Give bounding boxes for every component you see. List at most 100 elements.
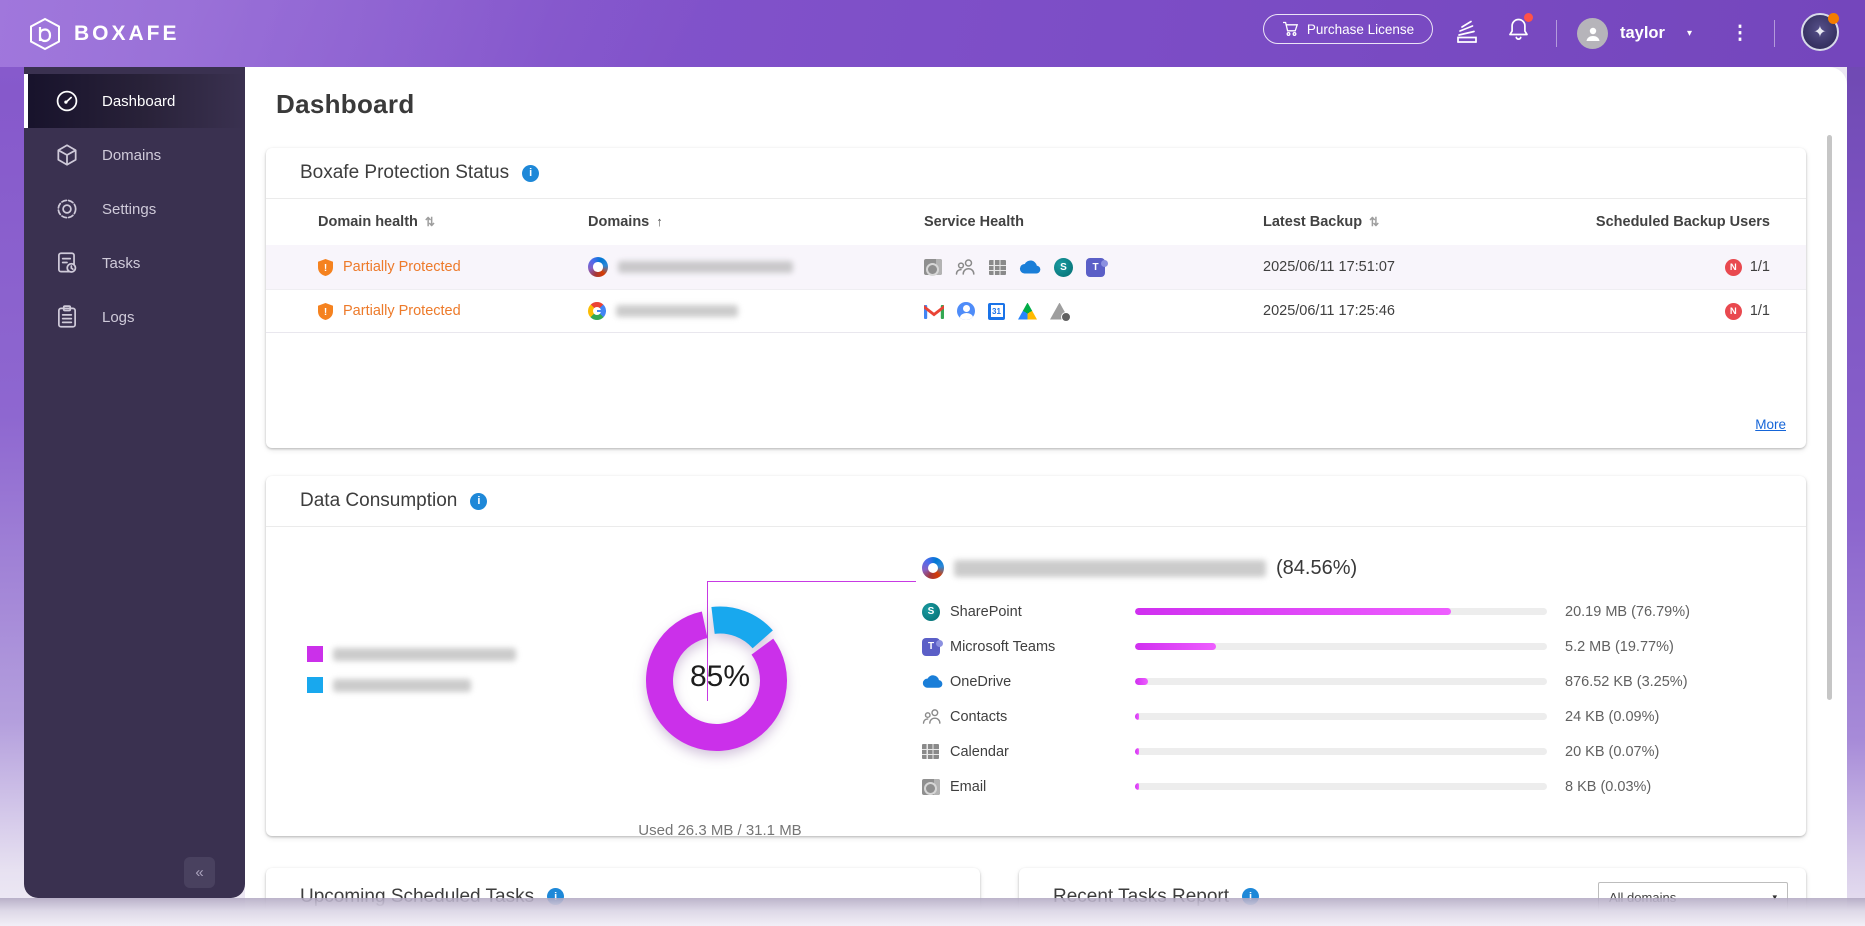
service-usage-row: S SharePoint 20.19 MB (76.79%) [922, 594, 1782, 629]
sharepoint-icon: S [1054, 258, 1073, 277]
sidebar-item-logs[interactable]: Logs [24, 290, 245, 344]
service-value: 20.19 MB (76.79%) [1565, 604, 1782, 620]
sidebar-item-settings[interactable]: Settings [24, 182, 245, 236]
service-health-cell [924, 302, 1263, 320]
calendar-gray-icon [989, 260, 1006, 275]
svg-text:!: ! [324, 263, 327, 274]
service-label: Calendar [950, 744, 1135, 760]
sidebar-item-dashboard[interactable]: Dashboard [24, 74, 245, 128]
table-row[interactable]: ! Partially Protected [266, 245, 1806, 289]
service-label: Microsoft Teams [950, 639, 1135, 655]
domain-breakdown-panel: (84.56%) S SharePoint 20.19 MB (76.79%) … [922, 554, 1782, 804]
scheduled-users-cell: N 1/1 [1560, 303, 1770, 320]
health-status-label: Partially Protected [343, 303, 461, 319]
protection-card-title: Boxafe Protection Status [300, 162, 509, 184]
sort-icon[interactable]: ⇅ [425, 215, 435, 229]
usage-bar [1135, 748, 1547, 755]
notification-badge-dot [1524, 13, 1533, 22]
sidebar-nav: Dashboard Domains Settings [24, 67, 245, 344]
qnap-alert-dot [1828, 13, 1839, 24]
calendar-gray-icon [922, 744, 939, 759]
usage-bar [1135, 678, 1547, 685]
service-value: 8 KB (0.03%) [1565, 779, 1782, 795]
user-status-badge: N [1725, 259, 1742, 276]
contacts-gray-icon [922, 708, 942, 725]
consumption-donut-chart[interactable] [620, 577, 820, 777]
used-total-label: Used 26.3 MB / 31.1 MB [595, 822, 845, 839]
overflow-menu-button[interactable]: ⋮ [1728, 0, 1752, 67]
user-status-badge: N [1725, 303, 1742, 320]
col-domain-health[interactable]: Domain health⇅ [318, 214, 588, 230]
health-cell: ! Partially Protected [318, 303, 588, 320]
col-latest-backup[interactable]: Latest Backup⇅ [1263, 214, 1560, 230]
vertical-scrollbar[interactable] [1827, 135, 1832, 700]
usage-bar [1135, 713, 1547, 720]
topbar-divider-2 [1774, 20, 1775, 47]
outlook-gray-icon [922, 779, 940, 795]
task-queue-button[interactable] [1452, 14, 1482, 48]
google-workspace-icon [588, 302, 606, 320]
purchase-license-button[interactable]: Purchase License [1263, 14, 1433, 44]
scheduled-users-count: 1/1 [1750, 303, 1770, 319]
dashboard-gauge-icon [54, 88, 80, 114]
domain-cell [588, 257, 924, 277]
microsoft365-icon [588, 257, 608, 277]
sidebar-item-label: Dashboard [102, 93, 175, 110]
sidebar-item-label: Logs [102, 309, 135, 326]
window-edge-left [0, 0, 24, 926]
redacted-legend-text [333, 679, 471, 692]
protection-table-header: Domain health⇅ Domains↑ Service Health L… [266, 199, 1806, 245]
service-health-cell: S T [924, 258, 1263, 277]
shield-warning-icon: ! [318, 303, 333, 320]
service-value: 876.52 KB (3.25%) [1565, 674, 1782, 690]
sidebar: Dashboard Domains Settings [24, 67, 245, 898]
user-avatar[interactable] [1577, 18, 1608, 49]
sidebar-item-domains[interactable]: Domains [24, 128, 245, 182]
latest-backup-cell: 2025/06/11 17:25:46 [1263, 303, 1560, 319]
outlook-gray-icon [924, 259, 942, 275]
page-title: Dashboard [276, 89, 415, 120]
domain-usage-percent: (84.56%) [1276, 557, 1357, 580]
google-contacts-icon [957, 302, 975, 320]
redacted-domain-text [616, 305, 738, 317]
col-scheduled-users: Scheduled Backup Users [1560, 214, 1770, 230]
sort-asc-icon[interactable]: ↑ [656, 214, 663, 229]
service-usage-row: Contacts 24 KB (0.09%) [922, 699, 1782, 734]
table-row[interactable]: ! Partially Protected [266, 289, 1806, 333]
consumption-card-header: Data Consumption i [266, 476, 1806, 527]
person-icon [1584, 25, 1602, 43]
sort-icon[interactable]: ⇅ [1369, 215, 1379, 229]
brand: BOXAFE [28, 0, 180, 67]
col-service-health: Service Health [924, 214, 1263, 230]
cart-icon [1282, 21, 1299, 37]
bell-icon [1505, 15, 1532, 48]
protection-card-header: Boxafe Protection Status i [266, 148, 1806, 199]
service-value: 5.2 MB (19.77%) [1565, 639, 1782, 655]
window-edge-right [1847, 0, 1865, 926]
col-domains[interactable]: Domains↑ [588, 214, 924, 230]
teams-icon: T [1086, 258, 1105, 277]
task-queue-icon [1454, 18, 1481, 45]
sidebar-item-tasks[interactable]: Tasks [24, 236, 245, 290]
sidebar-item-label: Settings [102, 201, 156, 218]
top-bar: BOXAFE Purchase License [0, 0, 1865, 67]
more-link[interactable]: More [1755, 417, 1786, 432]
google-drive-icon [1018, 303, 1037, 320]
usage-bar [1135, 643, 1547, 650]
app-frame: BOXAFE Purchase License [0, 0, 1865, 926]
info-icon[interactable]: i [470, 493, 487, 510]
qnap-emblem-icon: ✦ [1813, 22, 1826, 42]
service-label: SharePoint [950, 604, 1135, 620]
user-menu-caret-icon[interactable]: ▾ [1687, 0, 1692, 67]
domain-cell [588, 302, 924, 320]
shield-warning-icon: ! [318, 259, 333, 276]
service-usage-row: T Microsoft Teams 5.2 MB (19.77%) [922, 629, 1782, 664]
sidebar-collapse-button[interactable]: « [184, 857, 215, 888]
qnap-account-badge[interactable]: ✦ [1801, 13, 1839, 51]
bottom-edge-fade [0, 898, 1865, 926]
service-value: 20 KB (0.07%) [1565, 744, 1782, 760]
notifications-button[interactable] [1503, 14, 1533, 48]
legend-swatch-domain1 [307, 646, 323, 662]
username-label[interactable]: taylor [1620, 0, 1665, 67]
info-icon[interactable]: i [522, 165, 539, 182]
